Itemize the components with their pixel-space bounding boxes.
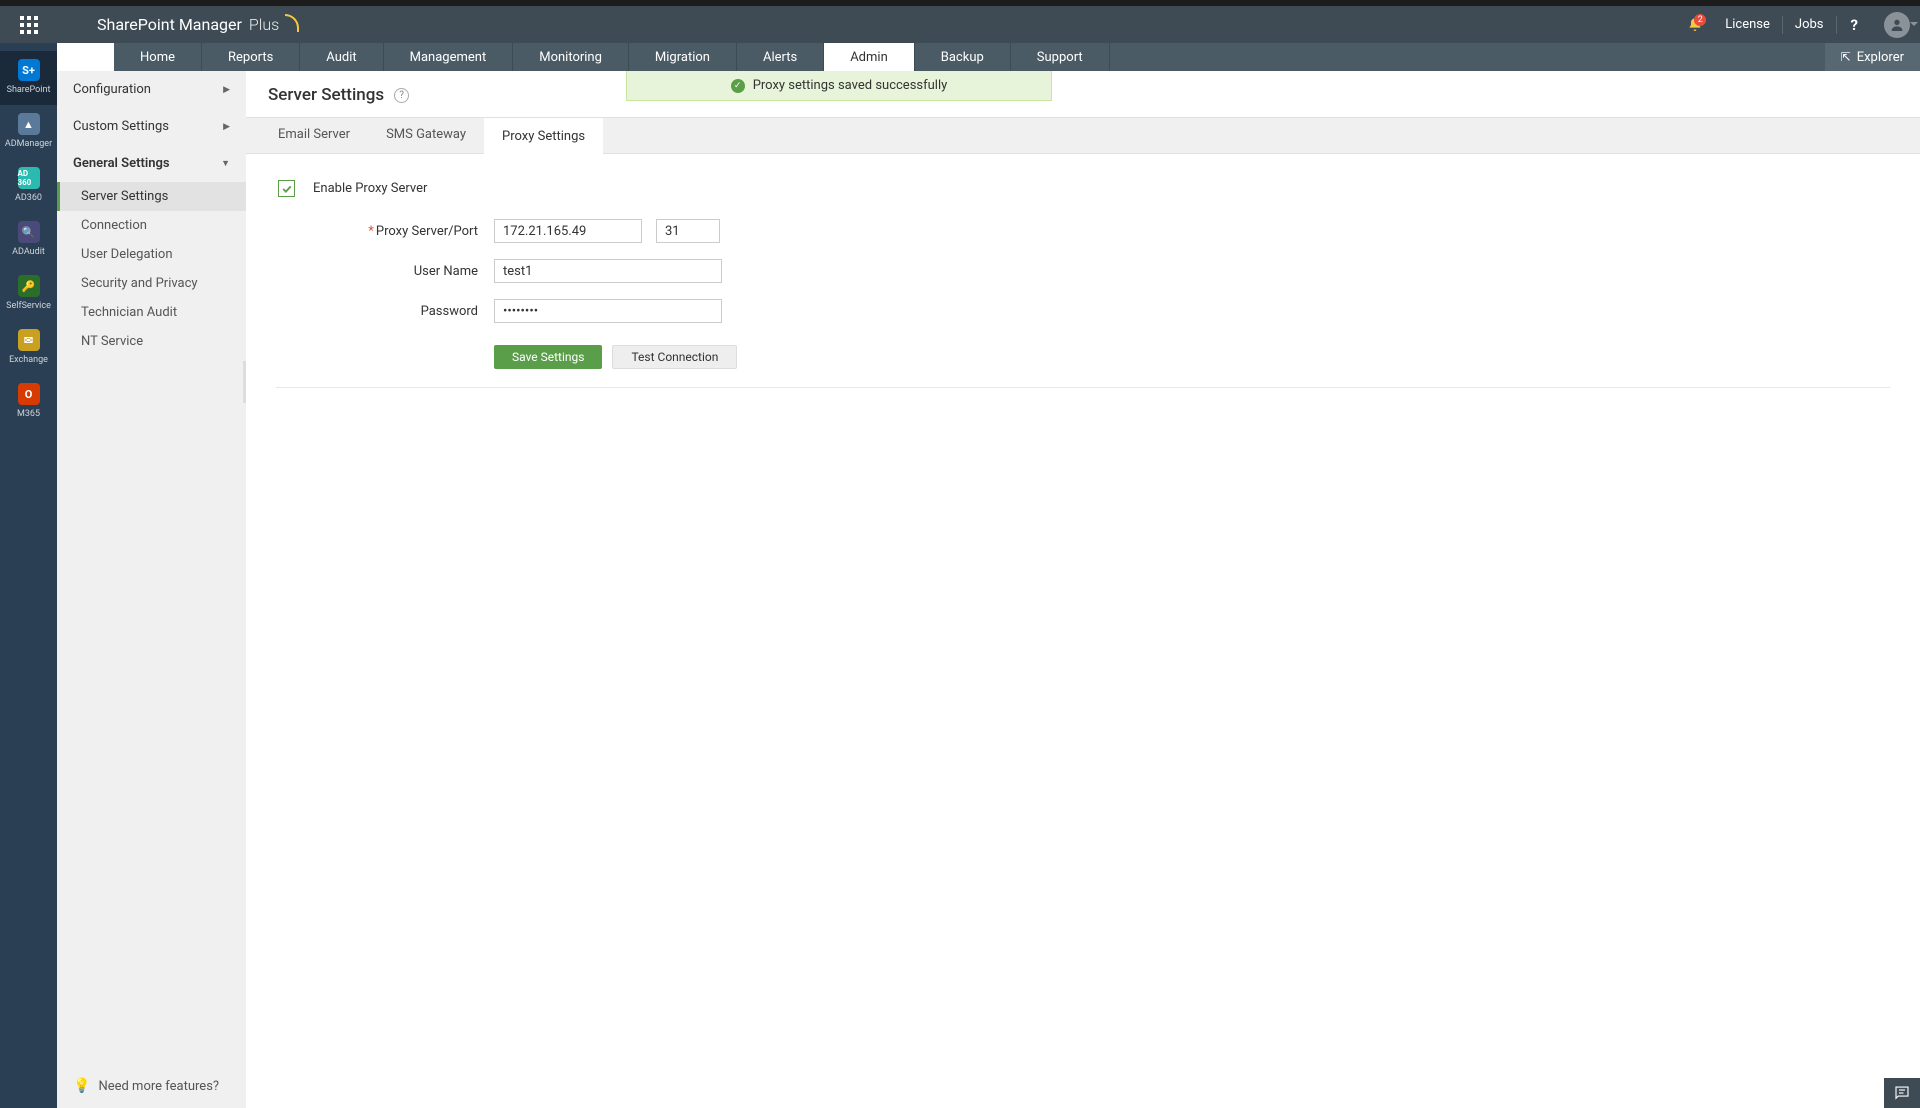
brand-suffix: Plus — [249, 15, 279, 34]
chevron-down-icon — [1910, 22, 1918, 30]
exchange-icon: ✉ — [18, 329, 40, 351]
sidebar-item-connection[interactable]: Connection — [57, 211, 246, 240]
enable-proxy-label: Enable Proxy Server — [313, 181, 427, 196]
m365-icon: O — [18, 383, 40, 405]
sidebar-section-label: General Settings — [73, 156, 170, 171]
sidebar-section-configuration[interactable]: Configuration ▶ — [57, 71, 246, 108]
rail-label: Exchange — [9, 355, 48, 365]
rail-ad360[interactable]: AD 360 AD360 — [0, 159, 57, 213]
notifications-button[interactable]: 2 — [1677, 17, 1713, 33]
sidebar-item-nt-service[interactable]: NT Service — [57, 327, 246, 356]
notif-badge: 2 — [1694, 14, 1706, 26]
nav-support[interactable]: Support — [1011, 43, 1110, 71]
adaudit-icon: 🔍 — [18, 221, 40, 243]
rail-label: ADAudit — [12, 247, 45, 257]
username-input[interactable] — [494, 259, 722, 283]
nav-backup[interactable]: Backup — [915, 43, 1011, 71]
success-notice: ✓ Proxy settings saved successfully — [626, 71, 1052, 101]
sidebar: Configuration ▶ Custom Settings ▶ Genera… — [57, 71, 246, 1108]
brand-arc-icon — [285, 14, 299, 32]
chevron-right-icon: ▶ — [223, 85, 230, 95]
bell-icon: 2 — [1687, 17, 1703, 33]
brand-logo: SharePoint Manager Plus — [97, 15, 299, 34]
nav-home[interactable]: Home — [114, 43, 202, 71]
nav-reports[interactable]: Reports — [202, 43, 300, 71]
rail-adaudit[interactable]: 🔍 ADAudit — [0, 213, 57, 267]
explorer-button[interactable]: ⇱ Explorer — [1825, 43, 1920, 71]
password-label: Password — [276, 304, 494, 319]
page-title: Server Settings — [268, 85, 384, 105]
brand-name: SharePoint Manager — [97, 15, 242, 34]
nav-monitoring[interactable]: Monitoring — [513, 43, 629, 71]
need-features-link[interactable]: 💡 Need more features? — [57, 1064, 246, 1108]
rail-m365[interactable]: O M365 — [0, 375, 57, 429]
nav-audit[interactable]: Audit — [300, 43, 383, 71]
chevron-right-icon: ▶ — [223, 122, 230, 132]
ad360-icon: AD 360 — [18, 167, 40, 189]
sidebar-item-user-delegation[interactable]: User Delegation — [57, 240, 246, 269]
explorer-icon: ⇱ — [1841, 50, 1851, 64]
header: SharePoint Manager Plus 2 License Jobs ? — [0, 6, 1920, 43]
notice-text: Proxy settings saved successfully — [753, 78, 948, 93]
main-nav: Home Reports Audit Management Monitoring… — [114, 43, 1920, 71]
rail-exchange[interactable]: ✉ Exchange — [0, 321, 57, 375]
license-link[interactable]: License — [1713, 16, 1782, 34]
proxy-server-input[interactable] — [494, 219, 642, 243]
user-menu[interactable] — [1884, 12, 1910, 38]
username-label: User Name — [276, 264, 494, 279]
test-connection-button[interactable]: Test Connection — [612, 345, 737, 369]
lightbulb-icon: 💡 — [73, 1078, 90, 1094]
rail-label: SharePoint — [7, 85, 51, 95]
info-icon[interactable]: ? — [394, 88, 409, 103]
rail-sharepoint[interactable]: S+ SharePoint — [0, 51, 57, 105]
apps-grid-icon[interactable] — [0, 6, 57, 43]
proxy-form: Enable Proxy Server *Proxy Server/Port U… — [246, 154, 1920, 414]
jobs-link[interactable]: Jobs — [1782, 16, 1836, 34]
nav-management[interactable]: Management — [384, 43, 514, 71]
rail-admanager[interactable]: ▲ ADManager — [0, 105, 57, 159]
app-rail: S+ SharePoint ▲ ADManager AD 360 AD360 🔍… — [0, 43, 57, 1108]
rail-label: M365 — [17, 409, 40, 419]
chat-button[interactable] — [1884, 1078, 1920, 1108]
subtabs: Email Server SMS Gateway Proxy Settings — [246, 117, 1920, 154]
server-port-label: *Proxy Server/Port — [276, 224, 494, 239]
rail-label: ADManager — [5, 139, 52, 149]
rail-label: SelfService — [6, 301, 51, 311]
footer-label: Need more features? — [98, 1079, 219, 1094]
subtab-email-server[interactable]: Email Server — [260, 118, 368, 153]
sidebar-section-custom[interactable]: Custom Settings ▶ — [57, 108, 246, 145]
nav-migration[interactable]: Migration — [629, 43, 737, 71]
sidebar-item-security[interactable]: Security and Privacy — [57, 269, 246, 298]
proxy-port-input[interactable] — [656, 219, 720, 243]
sharepoint-icon: S+ — [18, 59, 40, 81]
subtab-sms-gateway[interactable]: SMS Gateway — [368, 118, 484, 153]
sidebar-section-general[interactable]: General Settings ▼ — [57, 145, 246, 182]
chevron-down-icon: ▼ — [221, 158, 230, 169]
main-content: ✓ Proxy settings saved successfully Serv… — [246, 71, 1920, 1108]
sidebar-item-technician-audit[interactable]: Technician Audit — [57, 298, 246, 327]
selfservice-icon: 🔑 — [18, 275, 40, 297]
subtab-proxy-settings[interactable]: Proxy Settings — [484, 118, 603, 154]
nav-alerts[interactable]: Alerts — [737, 43, 824, 71]
explorer-label: Explorer — [1857, 50, 1904, 65]
password-input[interactable] — [494, 299, 722, 323]
sidebar-item-server-settings[interactable]: Server Settings — [57, 182, 246, 211]
rail-label: AD360 — [15, 193, 42, 203]
sidebar-section-label: Custom Settings — [73, 119, 169, 134]
enable-proxy-checkbox[interactable] — [278, 180, 295, 197]
help-icon[interactable]: ? — [1836, 16, 1872, 34]
nav-admin[interactable]: Admin — [824, 43, 915, 71]
check-icon: ✓ — [731, 79, 745, 93]
admanager-icon: ▲ — [18, 113, 40, 135]
save-settings-button[interactable]: Save Settings — [494, 345, 602, 369]
rail-selfservice[interactable]: 🔑 SelfService — [0, 267, 57, 321]
sidebar-section-label: Configuration — [73, 82, 151, 97]
divider — [276, 387, 1890, 388]
